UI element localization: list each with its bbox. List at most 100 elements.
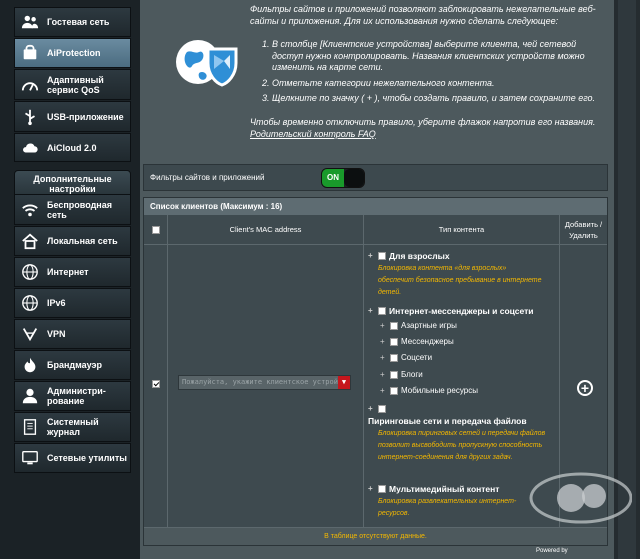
category-p2p[interactable]: + Пиринговые сети и передача файлов	[368, 402, 548, 428]
sidebar-item-internet[interactable]: Интернет	[14, 257, 131, 287]
subcategory-item[interactable]: + Соцсети	[380, 353, 432, 363]
expand-icon[interactable]: +	[368, 251, 376, 261]
subcategory-label: Азартные игры	[401, 321, 457, 330]
sidebar-item-label: Брандмауэр	[47, 360, 103, 370]
sidebar-item-label: Сетевые утилиты	[47, 453, 127, 463]
category-label: Интернет-мессенджеры и соцсети	[389, 306, 534, 316]
subcategory-label: Мессенджеры	[401, 337, 454, 346]
sidebar-item-label: Системный журнал	[47, 417, 99, 437]
globe-icon	[19, 261, 41, 283]
aiprotection-icon	[19, 42, 41, 64]
category-adult-description: Блокировка контента «для взрослых» обесп…	[378, 265, 542, 296]
category-checkbox[interactable]	[378, 404, 386, 413]
category-checkbox[interactable]	[378, 252, 386, 260]
subcategory-checkbox[interactable]	[390, 338, 398, 346]
expand-icon[interactable]: +	[368, 306, 376, 316]
instruction-step: В столбце [Клиентские устройства] выбери…	[272, 39, 600, 74]
subcategory-checkbox[interactable]	[390, 354, 398, 362]
row-enable-checkbox[interactable]	[152, 380, 160, 388]
category-label: Пиринговые сети и передача файлов	[368, 416, 527, 426]
category-checkbox[interactable]	[378, 485, 386, 493]
vpn-icon	[19, 323, 41, 345]
sidebar-item-system-log[interactable]: Системный журнал	[14, 412, 131, 442]
subcategory-item[interactable]: + Азартные игры	[380, 321, 457, 331]
filter-toggle-row: Фильтры сайтов и приложений ON	[143, 164, 608, 191]
watermark-logo	[526, 468, 633, 528]
category-messengers[interactable]: + Интернет-мессенджеры и соцсети	[368, 306, 534, 316]
qos-icon	[19, 74, 41, 96]
filter-label: Фильтры сайтов и приложений	[150, 173, 265, 182]
select-all-checkbox[interactable]	[151, 225, 160, 234]
description-note: Чтобы временно отключить правило, уберит…	[250, 116, 596, 127]
wireless-icon	[19, 199, 41, 221]
subcategory-item[interactable]: + Блоги	[380, 370, 423, 380]
sidebar-item-aicloud[interactable]: AiCloud 2.0	[14, 133, 131, 162]
subcategory-item[interactable]: + Мобильные ресурсы	[380, 386, 478, 396]
cloud-icon	[19, 137, 41, 159]
firewall-icon	[19, 354, 41, 376]
sidebar-item-label: Администри-рование	[47, 386, 106, 406]
advanced-settings-header: Дополнительные настройки	[14, 170, 131, 195]
log-icon	[19, 416, 41, 438]
sidebar-item-label: IPv6	[47, 298, 66, 308]
sidebar-item-guest-network[interactable]: Гостевая сеть	[14, 7, 131, 37]
category-p2p-description: Блокировка пиринговых сетей и передачи ф…	[378, 430, 546, 461]
client-mac-placeholder: Пожалуйста, укажите клиентское устройств…	[182, 378, 351, 386]
sidebar-item-aiprotection[interactable]: AiProtection	[14, 38, 131, 68]
row-mac-cell: Пожалуйста, укажите клиентское устройств…	[168, 245, 364, 527]
ipv6-globe-icon	[19, 292, 41, 314]
guest-network-icon	[19, 11, 41, 33]
admin-icon	[19, 385, 41, 407]
sidebar-item-qos[interactable]: Адаптивный сервис QoS	[14, 69, 131, 100]
sidebar-item-usb[interactable]: USB-приложение	[14, 101, 131, 132]
subcategory-checkbox[interactable]	[390, 387, 398, 395]
sidebar-item-label: AiProtection	[47, 48, 101, 58]
sidebar-item-ipv6[interactable]: IPv6	[14, 288, 131, 318]
parental-control-faq-link[interactable]: Родительский контроль FAQ	[250, 129, 376, 141]
add-rule-button[interactable]: +	[577, 380, 593, 396]
sidebar-item-label: Интернет	[47, 267, 89, 277]
row-checkbox-cell	[144, 245, 168, 527]
home-lan-icon	[19, 230, 41, 252]
sidebar-item-label: Адаптивный сервис QoS	[47, 74, 104, 95]
subcategory-label: Мобильные ресурсы	[401, 386, 478, 395]
header-add-delete: Добавить / Удалить	[560, 215, 607, 245]
toggle-on-label: ON	[322, 168, 344, 187]
category-adult[interactable]: + Для взрослых	[368, 251, 450, 261]
expand-icon[interactable]: +	[368, 484, 376, 494]
client-mac-select[interactable]: Пожалуйста, укажите клиентское устройств…	[178, 375, 351, 390]
sidebar-item-label: Беспроводная сеть	[47, 199, 112, 220]
expand-icon[interactable]: +	[368, 402, 376, 415]
sidebar-item-label: Гостевая сеть	[47, 17, 110, 27]
sidebar-item-lan[interactable]: Локальная сеть	[14, 226, 131, 256]
description-block: Фильтры сайтов и приложений позволяют за…	[250, 0, 600, 141]
description-intro: Фильтры сайтов и приложений позволяют за…	[250, 4, 596, 26]
aiprotection-logo	[162, 22, 252, 112]
sidebar: Гостевая сеть AiProtection Адаптивный се…	[0, 0, 140, 559]
sidebar-item-administration[interactable]: Администри-рование	[14, 381, 131, 411]
header-mac: Client's MAC address	[168, 215, 364, 245]
empty-table-message: В таблице отсутствуют данные.	[144, 527, 607, 545]
instruction-step: Отметьте категории нежелательного контен…	[272, 78, 600, 90]
sidebar-item-wireless[interactable]: Беспроводная сеть	[14, 194, 131, 225]
subcategory-checkbox[interactable]	[390, 371, 398, 379]
chevron-down-icon[interactable]: ▼	[338, 376, 350, 389]
sidebar-item-network-tools[interactable]: Сетевые утилиты	[14, 443, 131, 473]
powered-by-label: Powered by	[536, 548, 568, 554]
subcategory-checkbox[interactable]	[390, 322, 398, 330]
client-list-title: Список клиентов (Максимум : 16)	[144, 198, 607, 215]
subcategory-label: Блоги	[401, 370, 423, 379]
instruction-steps: В столбце [Клиентские устройства] выбери…	[250, 39, 600, 105]
header-checkbox-cell	[144, 215, 168, 245]
filter-toggle-switch[interactable]: ON	[321, 167, 365, 188]
sidebar-item-label: USB-приложение	[47, 111, 124, 122]
subcategory-item[interactable]: + Мессенджеры	[380, 337, 454, 347]
category-checkbox[interactable]	[378, 307, 386, 315]
category-multimedia-description: Блокировка развлекательных интернет-ресу…	[378, 498, 517, 517]
sidebar-item-vpn[interactable]: VPN	[14, 319, 131, 349]
category-multimedia[interactable]: + Мультимедийный контент	[368, 484, 499, 494]
sidebar-item-firewall[interactable]: Брандмауэр	[14, 350, 131, 380]
sidebar-item-label: VPN	[47, 329, 66, 339]
subcategory-label: Соцсети	[401, 353, 433, 362]
sidebar-item-label: Локальная сеть	[47, 236, 118, 246]
